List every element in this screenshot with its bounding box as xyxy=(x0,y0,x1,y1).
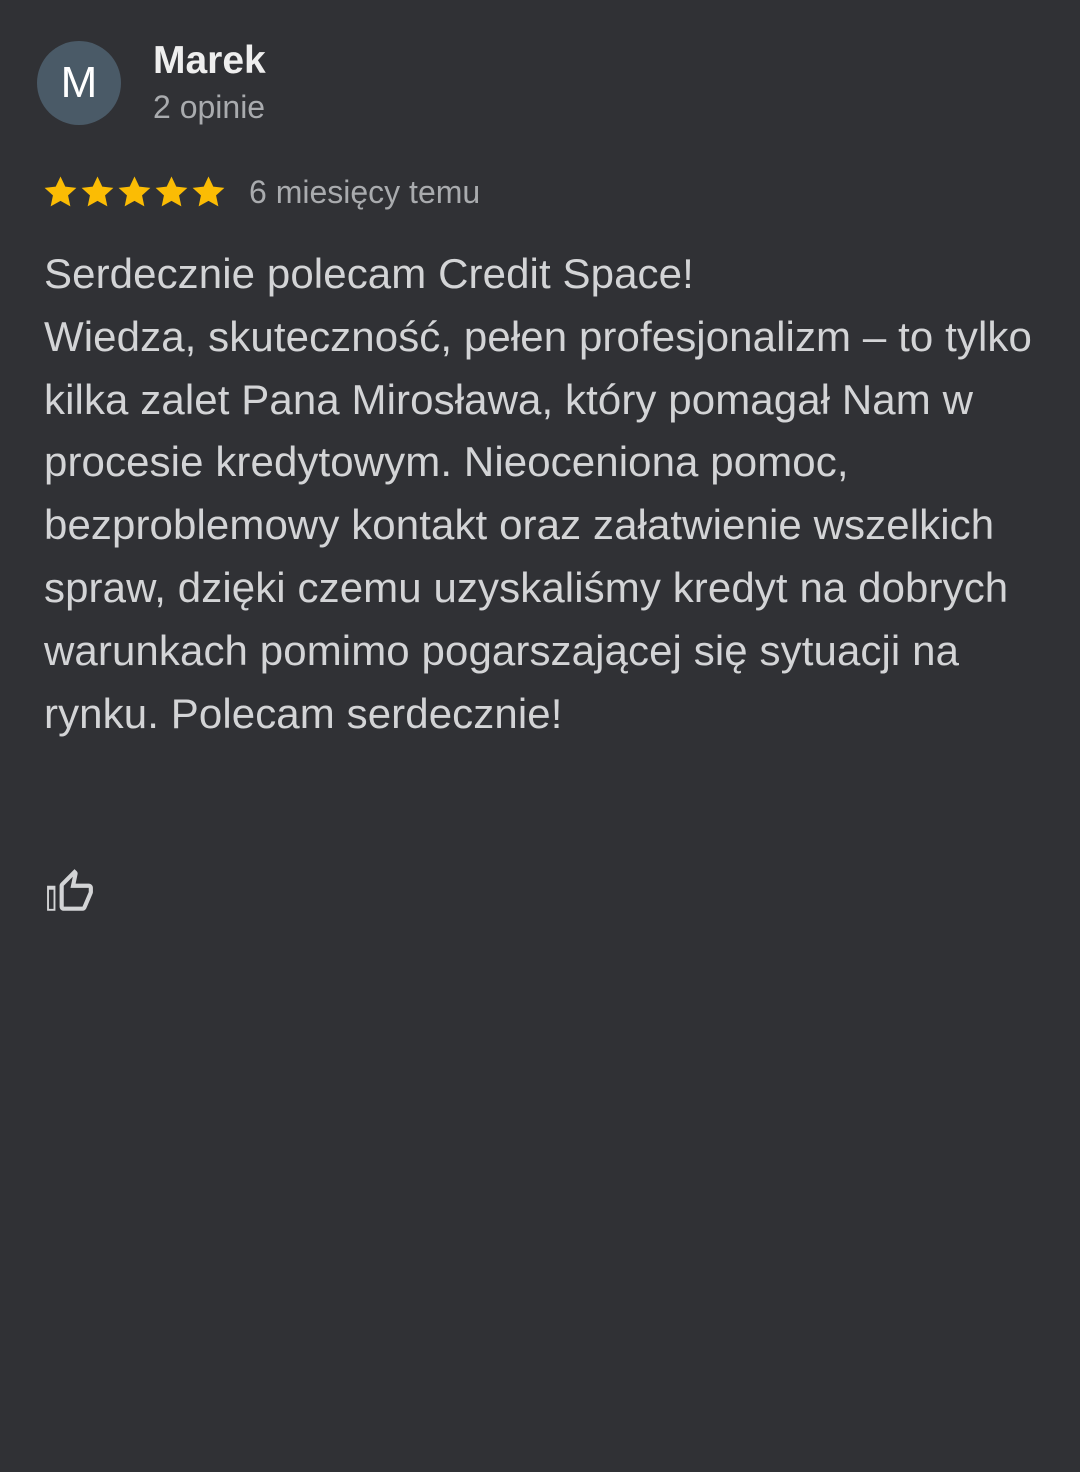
author-reviews-count: 2 opinie xyxy=(153,89,266,125)
avatar[interactable]: M xyxy=(37,41,121,125)
author-name[interactable]: Marek xyxy=(153,39,266,83)
review-text: Serdecznie polecam Credit Space! Wiedza,… xyxy=(44,250,1032,737)
author-info: Marek 2 opinie xyxy=(153,39,266,127)
review-timestamp: 6 miesięcy temu xyxy=(249,174,481,210)
star-icon xyxy=(155,175,188,206)
star-icon xyxy=(44,175,77,206)
star-rating xyxy=(42,174,227,211)
star-icon xyxy=(118,175,151,206)
star-icon xyxy=(192,175,225,206)
star-icon xyxy=(81,175,114,206)
thumbs-up-outline-icon xyxy=(47,869,93,911)
rating-row: 6 miesięcy temu xyxy=(42,168,480,216)
review-header: M Marek 2 opinie xyxy=(37,39,266,127)
like-button[interactable] xyxy=(40,862,100,922)
